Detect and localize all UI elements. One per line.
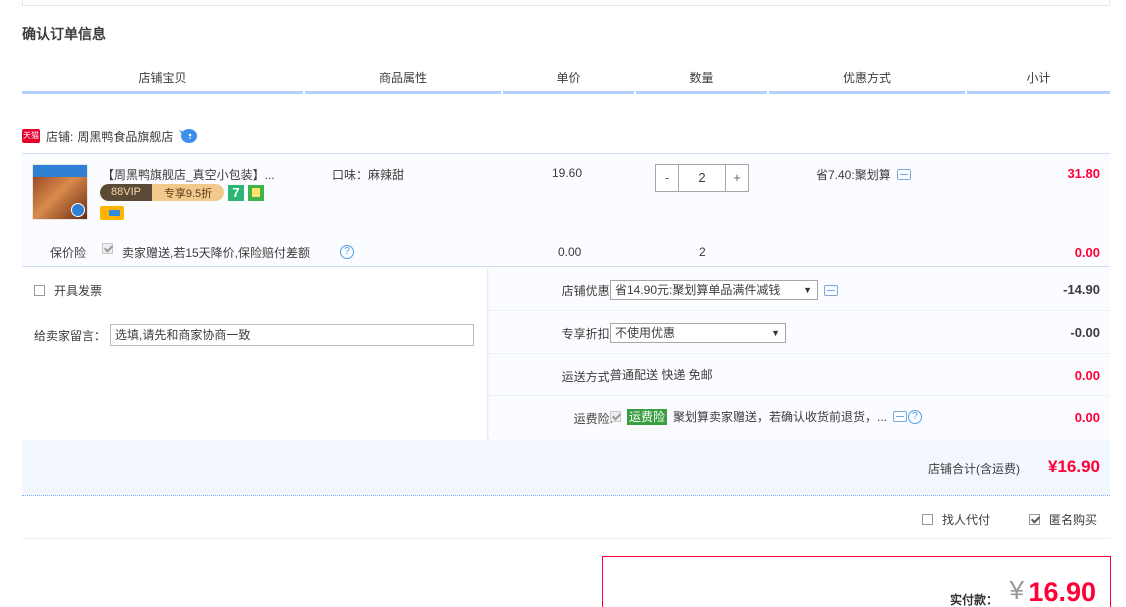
- shipping-insurance-row: 运费险: 运费险 聚划算卖家赠送，若确认收货前退货，... ? 0.00: [489, 395, 1110, 437]
- dropdown-arrow-icon: ▼: [803, 285, 812, 295]
- section-title: 确认订单信息: [22, 26, 106, 42]
- proxy-pay-checkbox[interactable]: [922, 514, 933, 525]
- order-options-panel: 开具发票 给卖家留言： 选填,请先和商家协商一致 店铺优惠: 省14.90元:聚…: [22, 268, 1110, 440]
- shop-total-label: 店铺合计(含运费): [928, 462, 1020, 476]
- dropdown-arrow-icon: ▼: [771, 328, 780, 338]
- product-thumbnail[interactable]: [32, 164, 88, 220]
- shop-coupon-row: 店铺优惠: 省14.90元:聚划算单品满件减钱 ▼ -14.90: [489, 268, 1110, 310]
- vip-discount-row: 专享折扣: 不使用优惠 ▼ -0.00: [489, 310, 1110, 352]
- item-discount-text: 省7.40:聚划算: [816, 168, 891, 182]
- shop-total-amount: ¥16.90: [1048, 457, 1100, 476]
- column-header-discount: 优惠方式: [769, 62, 965, 94]
- credit-card-icon[interactable]: [100, 206, 124, 220]
- order-options-right: 店铺优惠: 省14.90元:聚划算单品满件减钱 ▼ -14.90 专享折扣: 不…: [489, 268, 1110, 440]
- anonymous-purchase-option: 匿名购买: [1029, 511, 1097, 528]
- shop-coupon-value: 省14.90元:聚划算单品满件减钱: [615, 283, 781, 297]
- shop-coupon-label: 店铺优惠:: [561, 284, 613, 298]
- shop-row: 天猫 店铺: 周黑鸭食品旗舰店: [22, 124, 198, 148]
- invoice-checkbox[interactable]: [34, 285, 45, 296]
- help-icon[interactable]: ?: [908, 409, 923, 424]
- payment-amount: 16.90: [1028, 577, 1096, 607]
- product-attribute: 口味：麻辣甜: [332, 168, 405, 182]
- anonymous-purchase-label: 匿名购买: [1049, 513, 1098, 527]
- quantity-input[interactable]: 2: [678, 165, 726, 191]
- vip-discount-badge: 88VIP 专享9.5折: [100, 184, 224, 201]
- shipping-insurance-text: 聚划算卖家赠送，若确认收货前退货，...: [673, 410, 888, 424]
- proxy-pay-label: 找人代付: [942, 513, 991, 527]
- invoice-option: 开具发票: [34, 282, 102, 299]
- previous-section-frame: [22, 0, 1110, 6]
- quantity-increase-button[interactable]: +: [726, 165, 748, 191]
- seller-note-row: 给卖家留言： 选填,请先和商家协商一致: [34, 324, 475, 346]
- shipping-method-amount: 0.00: [1074, 368, 1100, 383]
- shipping-insurance-checkbox[interactable]: [610, 411, 621, 422]
- column-header-item: 店铺宝贝: [22, 62, 303, 94]
- message-icon[interactable]: [896, 169, 911, 180]
- payment-label: 实付款：: [949, 593, 998, 607]
- order-options-left: 开具发票 给卖家留言： 选填,请先和商家协商一致: [22, 268, 488, 440]
- message-icon[interactable]: [824, 284, 838, 296]
- anonymous-purchase-checkbox[interactable]: [1029, 514, 1040, 525]
- item-discount: 省7.40:聚划算: [816, 166, 911, 183]
- proxy-pay-option: 找人代付: [922, 511, 990, 528]
- vip-discount-label: 专享折扣:: [561, 327, 613, 341]
- seller-note-label: 给卖家留言：: [34, 328, 107, 343]
- vip-discount-value: 不使用优惠: [615, 326, 676, 340]
- price-protection-checkbox[interactable]: [102, 243, 113, 254]
- item-subtotal: 31.80: [1067, 166, 1100, 181]
- product-title-link[interactable]: 【周黑鸭旗舰店_真空小包装】...: [102, 166, 292, 183]
- column-header-price: 单价: [503, 62, 634, 94]
- quantity-decrease-button[interactable]: -: [656, 165, 678, 191]
- seller-note-input[interactable]: 选填,请先和商家协商一致: [110, 324, 475, 346]
- payment-currency: ¥: [1009, 575, 1024, 605]
- shop-total-row: 店铺合计(含运费) ¥16.90: [22, 440, 1110, 496]
- price-protection-text: 卖家赠送,若15天降价,保险赔付差额: [122, 246, 311, 260]
- seven-day-return-icon[interactable]: 7: [228, 185, 244, 201]
- column-header-quantity: 数量: [636, 62, 767, 94]
- vip-discount-amount: -0.00: [1070, 325, 1100, 340]
- table-header: 店铺宝贝 商品属性 单价 数量 优惠方式 小计: [22, 62, 1110, 94]
- shipping-insurance-tag: 运费险: [627, 408, 668, 425]
- price-protection-row: 保价险 卖家赠送,若15天降价,保险赔付差额 ? 0.00 2 0.00: [22, 237, 1110, 265]
- shop-name-link[interactable]: 周黑鸭食品旗舰店: [77, 128, 173, 145]
- gift-service-icon[interactable]: [248, 185, 264, 201]
- shipping-insurance-amount: 0.00: [1074, 410, 1100, 425]
- vip-discount-select[interactable]: 不使用优惠 ▼: [610, 323, 786, 343]
- invoice-label: 开具发票: [54, 284, 103, 298]
- column-header-subtotal: 小计: [967, 62, 1110, 94]
- shop-coupon-amount: -14.90: [1063, 282, 1100, 297]
- payment-summary: 实付款： ¥ 16.90: [602, 556, 1111, 607]
- price-protection-price: 0.00: [558, 245, 582, 259]
- extra-options-row: 找人代付 匿名购买: [22, 497, 1110, 539]
- vip-badge-discount: 专享9.5折: [163, 187, 213, 200]
- shipping-method-label: 运送方式:: [561, 370, 613, 384]
- price-protection-label: 保价险: [50, 246, 87, 260]
- wangwang-chat-icon[interactable]: [179, 128, 198, 144]
- vip-badge-label: 88VIP: [100, 184, 152, 201]
- price-protection-subtotal: 0.00: [1074, 245, 1100, 260]
- tmall-badge-icon: 天猫: [22, 129, 40, 143]
- column-header-attribute: 商品属性: [305, 62, 501, 94]
- unit-price: 19.60: [552, 166, 583, 180]
- message-icon[interactable]: [893, 411, 908, 422]
- shop-label: 店铺:: [46, 129, 74, 144]
- shop-coupon-select[interactable]: 省14.90元:聚划算单品满件减钱 ▼: [610, 280, 818, 300]
- shipping-insurance-label: 运费险:: [573, 412, 613, 426]
- price-protection-qty: 2: [699, 245, 706, 259]
- quantity-stepper: - 2 +: [655, 164, 749, 192]
- shipping-method-row: 运送方式: 普通配送 快递 免邮 0.00: [489, 353, 1110, 395]
- shipping-method-value: 普通配送 快递 免邮: [610, 368, 713, 382]
- help-icon[interactable]: ?: [340, 245, 354, 259]
